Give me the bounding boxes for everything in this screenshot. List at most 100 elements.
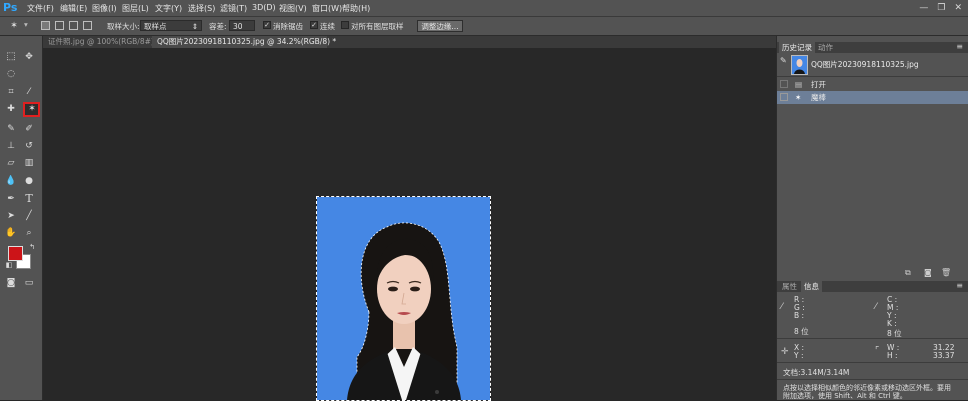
- info-b: B :: [794, 311, 805, 320]
- history-footer: ⧉ ◙ 🗑: [777, 268, 968, 278]
- sample-size-value: 取样点: [144, 22, 167, 31]
- move-tool-icon[interactable]: ✥: [22, 50, 36, 64]
- snapshot-name[interactable]: QQ图片20230918110325.jpg: [811, 59, 919, 70]
- healing-brush-tool-icon[interactable]: ✚: [4, 102, 18, 116]
- tab-id-photo[interactable]: 证件照.jpg @ 100%(RGB/8#) *: [43, 36, 160, 48]
- camera-snapshot-icon[interactable]: ◙: [924, 268, 932, 277]
- portrait-illustration: [347, 222, 461, 400]
- hand-tool-icon[interactable]: ✋: [4, 226, 18, 240]
- history-brush-tool-icon[interactable]: ↺: [22, 139, 36, 153]
- tab-actions[interactable]: 动作: [815, 42, 836, 53]
- tolerance-input[interactable]: 30: [229, 20, 255, 31]
- snapshot-thumbnail[interactable]: [791, 55, 808, 75]
- close-icon[interactable]: ✕: [954, 2, 962, 14]
- menu-window[interactable]: 窗口(W): [312, 3, 342, 14]
- add-to-selection-icon[interactable]: [55, 21, 64, 30]
- info-divider: [777, 338, 968, 339]
- tools-panel: ⬚ ✥ ◌ ✶ ⌗ ⁄ ✚ ✎ ✐ ⊥ ↺ ▱ ▥ 💧 ● ✒ T ➤ ╱ ✋ …: [0, 36, 43, 400]
- magic-wand-tool-icon[interactable]: ✶: [25, 102, 39, 116]
- menu-filter[interactable]: 滤镜(T): [220, 3, 247, 14]
- lasso-tool-icon[interactable]: ◌: [4, 67, 18, 81]
- chevron-down-icon: ⇕: [191, 22, 198, 31]
- new-selection-icon[interactable]: [41, 21, 50, 30]
- menu-3d[interactable]: 3D(D): [252, 3, 276, 12]
- clone-stamp-tool-icon[interactable]: ⊥: [4, 139, 18, 153]
- menu-image[interactable]: 图像(I): [92, 3, 117, 14]
- tab-label: QQ图片20230918110325.jpg @ 34.2%(RGB/8) *: [157, 37, 337, 46]
- pen-tool-icon[interactable]: ✒: [4, 192, 18, 206]
- zoom-tool-icon[interactable]: ⌕: [22, 226, 36, 240]
- menu-edit[interactable]: 编辑(E): [60, 3, 87, 14]
- history-step-magic-wand[interactable]: ✶ 魔棒: [777, 91, 968, 104]
- eyedropper-readout-icon: ⁄: [781, 302, 783, 312]
- anti-alias-label: 消除锯齿: [273, 22, 303, 31]
- history-source-box[interactable]: [780, 93, 788, 101]
- tool-preset-magic-wand-icon[interactable]: ✶: [7, 19, 21, 33]
- menu-file[interactable]: 文件(F): [27, 3, 54, 14]
- sample-all-layers-checkbox[interactable]: [341, 21, 349, 29]
- tolerance-label: 容差:: [209, 22, 227, 31]
- tab-info[interactable]: 信息: [801, 281, 822, 292]
- tab-history[interactable]: 历史记录: [779, 42, 815, 53]
- right-panels: 历史记录 动作 ≡ ✎ QQ图片20230918110325.jpg ▤ 打开 …: [776, 36, 968, 400]
- info-panel-menu-icon[interactable]: ≡: [956, 281, 963, 290]
- contiguous-checkbox[interactable]: ✓: [310, 21, 318, 29]
- options-bar: ✶ ▾ 取样大小: 取样点 ⇕ 容差: 30 ✓ 消除锯齿 ✓ 连续 对所有图层…: [0, 17, 968, 36]
- path-selection-tool-icon[interactable]: ➤: [4, 209, 18, 223]
- snapshot-thumbnail-image: [794, 59, 805, 74]
- history-step-open[interactable]: ▤ 打开: [777, 78, 968, 91]
- tab-properties[interactable]: 属性: [779, 281, 800, 292]
- line-tool-icon[interactable]: ╱: [22, 209, 36, 223]
- pencil-tool-icon[interactable]: ✐: [22, 122, 36, 136]
- photoshop-logo: Ps: [3, 1, 18, 14]
- info-panel-tabs: 属性 信息 ≡: [777, 281, 968, 292]
- info-h-label: H :: [887, 351, 898, 360]
- info-divider-2: [777, 362, 968, 363]
- window-controls: — ❐ ✕: [919, 2, 962, 14]
- eyedropper-tool-icon[interactable]: ⁄: [22, 85, 36, 99]
- menu-select[interactable]: 选择(S): [188, 3, 215, 14]
- menu-view[interactable]: 视图(V): [279, 3, 307, 14]
- info-k: K :: [887, 319, 897, 328]
- intersect-selection-icon[interactable]: [83, 21, 92, 30]
- history-panel-tabs: 历史记录 动作 ≡: [777, 42, 968, 53]
- brush-tool-icon[interactable]: ✎: [4, 122, 18, 136]
- menu-type[interactable]: 文字(Y): [155, 3, 182, 14]
- swap-colors-icon[interactable]: ↰: [25, 240, 39, 254]
- quick-mask-icon[interactable]: ◙: [4, 276, 18, 290]
- restore-icon[interactable]: ❐: [937, 2, 945, 14]
- info-divider-3: [777, 379, 968, 380]
- gradient-tool-icon[interactable]: ▥: [22, 156, 36, 170]
- panel-menu-icon[interactable]: ≡: [956, 42, 963, 51]
- crosshair-icon: ✛: [781, 347, 789, 357]
- history-source-box[interactable]: [780, 80, 788, 88]
- new-document-from-state-icon[interactable]: ⧉: [905, 268, 911, 278]
- history-brush-source-icon[interactable]: ✎: [780, 56, 788, 66]
- trash-icon[interactable]: 🗑: [941, 268, 951, 277]
- dodge-tool-icon[interactable]: ●: [22, 174, 36, 188]
- sample-size-label: 取样大小:: [107, 22, 140, 31]
- subtract-from-selection-icon[interactable]: [69, 21, 78, 30]
- marquee-tool-icon[interactable]: ⬚: [4, 50, 18, 64]
- info-h-value: 33.37: [933, 351, 955, 360]
- screen-mode-icon[interactable]: ▭: [22, 276, 36, 290]
- tool-preset-dropdown-icon[interactable]: ▾: [24, 20, 28, 29]
- crop-tool-icon[interactable]: ⌗: [4, 85, 18, 99]
- sample-all-layers-label: 对所有图层取样: [351, 22, 404, 31]
- info-left-depth: 8 位: [794, 327, 809, 336]
- tab-qq-image[interactable]: QQ图片20230918110325.jpg @ 34.2%(RGB/8) *: [152, 36, 336, 48]
- type-tool-icon[interactable]: T: [22, 192, 36, 206]
- eraser-tool-icon[interactable]: ▱: [4, 156, 18, 170]
- document-size: 文档:3.14M/3.14M: [783, 368, 850, 377]
- menu-bar: Ps 文件(F) 编辑(E) 图像(I) 图层(L) 文字(Y) 选择(S) 滤…: [0, 0, 968, 17]
- menu-help[interactable]: 帮助(H): [342, 3, 370, 14]
- eyedropper-cmyk-icon: ⁄: [875, 302, 877, 312]
- refine-edge-button[interactable]: 调整边缘...: [417, 20, 463, 32]
- blur-tool-icon[interactable]: 💧: [4, 174, 18, 188]
- minimize-icon[interactable]: —: [919, 2, 928, 14]
- id-photo-image[interactable]: [316, 196, 491, 401]
- anti-alias-checkbox[interactable]: ✓: [263, 21, 271, 29]
- default-colors-icon[interactable]: ◧: [2, 258, 16, 272]
- sample-size-select[interactable]: 取样点 ⇕: [140, 20, 202, 31]
- menu-layer[interactable]: 图层(L): [122, 3, 149, 14]
